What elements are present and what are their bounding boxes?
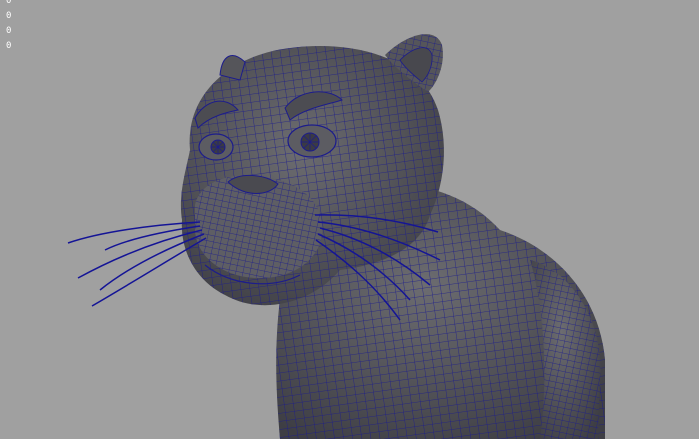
hud-value: 0: [6, 0, 12, 6]
panther-model-render[interactable]: [0, 0, 699, 439]
eye-right: [287, 124, 337, 158]
hud-value: 0: [6, 26, 12, 36]
3d-viewport[interactable]: 0 0 0 0: [0, 0, 699, 439]
ear-left-mesh: [219, 55, 246, 81]
hud-value: 0: [6, 11, 12, 21]
hud-value: 0: [6, 41, 12, 51]
eye-left: [198, 133, 234, 161]
hud-readout: 0 0 0 0: [6, 0, 11, 54]
whiskers-left: [67, 221, 207, 307]
